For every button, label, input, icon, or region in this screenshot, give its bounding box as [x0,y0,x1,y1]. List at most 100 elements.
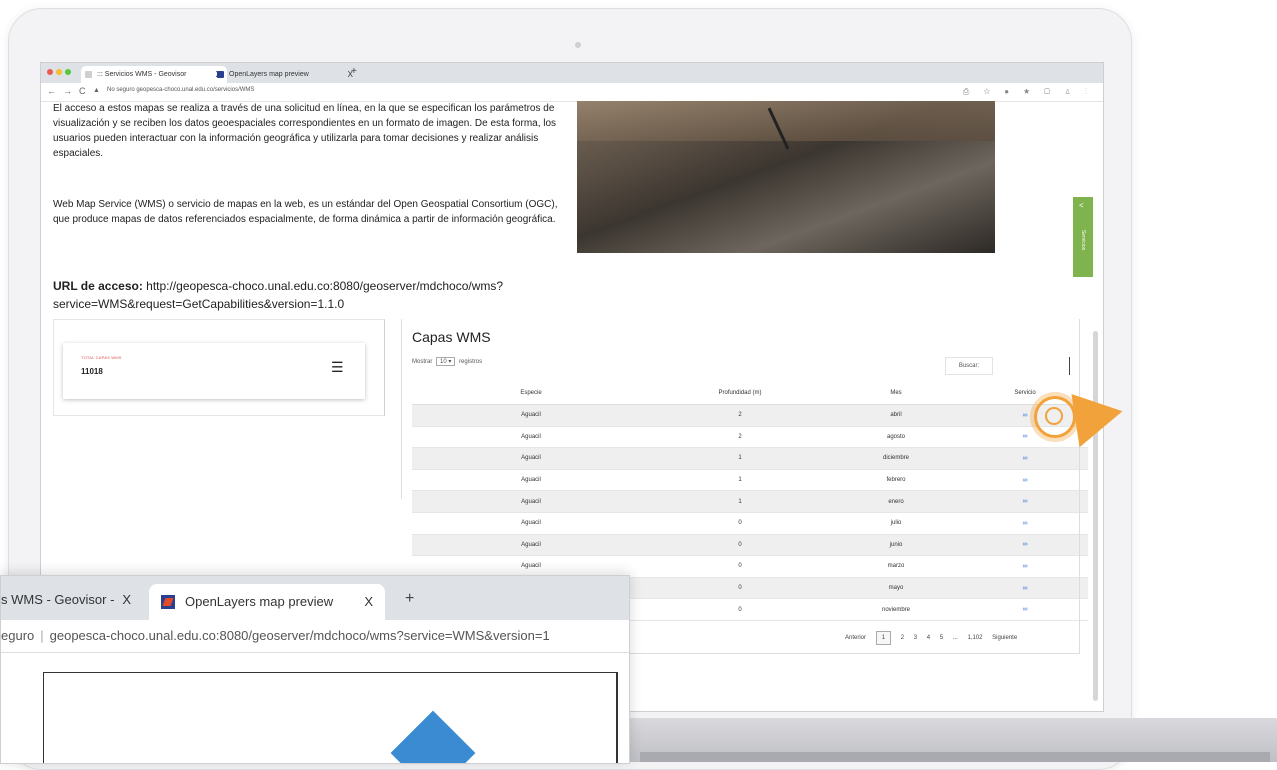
minimize-window-button[interactable] [56,69,62,75]
toolbar-icons[interactable]: ⎙ ☆ ● ★ ▢ ♙ ⋮ [963,87,1093,97]
text-cursor [1069,357,1070,375]
cell-profundidad: 1 [650,469,830,492]
link-icon[interactable]: ∞ [1023,563,1028,570]
service-link[interactable]: ∞ [962,469,1088,492]
popup-address-bar[interactable]: eguro | geopesca-choco.unal.edu.co:8080/ge… [1,620,629,653]
popup-tab-label: OpenLayers map preview [185,594,334,609]
close-tab-icon[interactable]: X [364,584,373,620]
pagination-page-last[interactable]: 1,102 [967,635,982,641]
table-row: Aguacil 0 julio ∞ [412,512,1088,535]
laptop-base-shadow [640,752,1270,762]
cell-profundidad: 0 [650,534,830,557]
popup-url[interactable]: geopesca-choco.unal.edu.co:8080/geoserve… [50,628,550,643]
link-icon[interactable]: ∞ [1023,541,1028,548]
table-row: Aguacil 0 junio ∞ [412,534,1088,557]
pagination-page-3[interactable]: 3 [914,635,917,641]
cell-profundidad: 2 [650,426,830,449]
cell-profundidad: 2 [650,404,830,427]
service-link[interactable]: ∞ [962,555,1088,578]
divider [401,319,402,499]
new-tab-button[interactable]: + [405,590,414,608]
cell-profundidad: 1 [650,447,830,470]
link-icon[interactable]: ∞ [1023,477,1028,484]
cell-mes: mayo [830,577,962,600]
column-header-especie[interactable]: Especie [412,382,650,405]
camera [575,42,581,48]
column-header-mes[interactable]: Mes [830,382,962,405]
cell-mes: marzo [830,555,962,578]
wms-paragraph: Web Map Service (WMS) o servicio de mapa… [53,199,558,225]
popup-tab-geovisor[interactable]: s WMS - Geovisor - X [1,592,131,607]
tab-label: OpenLayers map preview [229,71,309,78]
page-length-select[interactable]: 10 ▾ [436,357,456,366]
cell-mes: abril [830,404,962,427]
forward-button[interactable]: → [63,86,72,96]
total-layers-label: TOTAL CAPAS WMS [81,355,122,360]
cell-profundidad: 0 [650,598,830,621]
cell-mes: julio [830,512,962,535]
openlayers-icon [161,595,175,609]
link-icon[interactable]: ∞ [1023,585,1028,592]
popup-tab-label: s WMS - Geovisor - [1,592,115,607]
pagination-prev[interactable]: Anterior [845,635,866,641]
cell-mes: noviembre [830,598,962,621]
close-tab-icon[interactable]: X [122,592,131,607]
side-tab-label: Servicios [1080,229,1086,251]
popup-tab-openlayers[interactable]: OpenLayers map preview X [149,584,385,620]
field-photo [577,101,995,253]
cell-mes: diciembre [830,447,962,470]
link-icon[interactable]: ∞ [1023,606,1028,613]
services-side-tab[interactable]: < Servicios [1073,197,1093,277]
link-icon[interactable]: ∞ [1023,498,1028,505]
search-input[interactable]: Buscar: [945,357,993,375]
reload-button[interactable]: C [79,86,86,96]
column-header-profundidad[interactable]: Profundidad (m) [650,382,830,405]
service-link[interactable]: ∞ [962,447,1088,470]
page-length-value: 10 [440,359,447,365]
map-canvas[interactable] [43,672,618,763]
table-row: Aguacil 1 diciembre ∞ [412,447,1088,470]
popup-tab-bar: s WMS - Geovisor - X OpenLayers map previ… [1,576,629,620]
cell-especie: Aguacil [412,447,650,470]
tab-openlayers[interactable]: OpenLayers map preview X [213,66,359,83]
link-icon[interactable]: ∞ [1023,412,1028,419]
service-link[interactable]: ∞ [962,577,1088,600]
layers-icon: ☰ [331,359,344,375]
back-button[interactable]: ← [47,86,56,96]
maximize-window-button[interactable] [65,69,71,75]
table-row: Aguacil 1 enero ∞ [412,490,1088,513]
pagination-ellipsis: ... [952,635,958,641]
tab-bar: ::: Servicios WMS - Geovisor X OpenLayer… [41,63,1103,83]
pagination-page-5[interactable]: 5 [940,635,943,641]
page-length-control: Mostrar 10 ▾ registros [412,357,482,366]
total-layers-value: 11018 [81,367,103,376]
cell-especie: Aguacil [412,469,650,492]
pagination-page-1[interactable]: 1 [875,631,892,645]
cell-mes: febrero [830,469,962,492]
tab-geovisor[interactable]: ::: Servicios WMS - Geovisor X [81,66,227,83]
pagination: Anterior 1 2 3 4 5 ... 1,102 Siguiente [841,631,1021,645]
link-icon[interactable]: ∞ [1023,455,1028,462]
service-link[interactable]: ∞ [962,490,1088,513]
cell-especie: Aguacil [412,555,650,578]
table-header-row: Especie Profundidad (m) Mes Servicio [412,382,1088,405]
address-bar: ← → C ▲ No seguro geopesca-choco.unal.ed… [41,83,1103,102]
url-field[interactable]: No seguro geopesca-choco.unal.edu.co/ser… [107,87,254,93]
new-tab-button[interactable]: + [351,66,357,77]
service-link[interactable]: ∞ [962,512,1088,535]
table-row: Aguacil 0 marzo ∞ [412,555,1088,578]
cell-mes: junio [830,534,962,557]
link-icon[interactable]: ∞ [1023,433,1028,440]
service-link[interactable]: ∞ [962,534,1088,557]
openlayers-preview-window: s WMS - Geovisor - X OpenLayers map previ… [0,575,630,764]
cell-mes: agosto [830,426,962,449]
link-icon[interactable]: ∞ [1023,520,1028,527]
chevron-left-icon: < [1079,201,1084,210]
pagination-next[interactable]: Siguiente [992,635,1017,641]
service-link[interactable]: ∞ [962,598,1088,621]
total-layers-card: TOTAL CAPAS WMS 11018 ☰ [63,343,365,399]
pagination-page-4[interactable]: 4 [927,635,930,641]
pagination-page-2[interactable]: 2 [901,635,904,641]
close-window-button[interactable] [47,69,53,75]
cell-especie: Aguacil [412,404,650,427]
